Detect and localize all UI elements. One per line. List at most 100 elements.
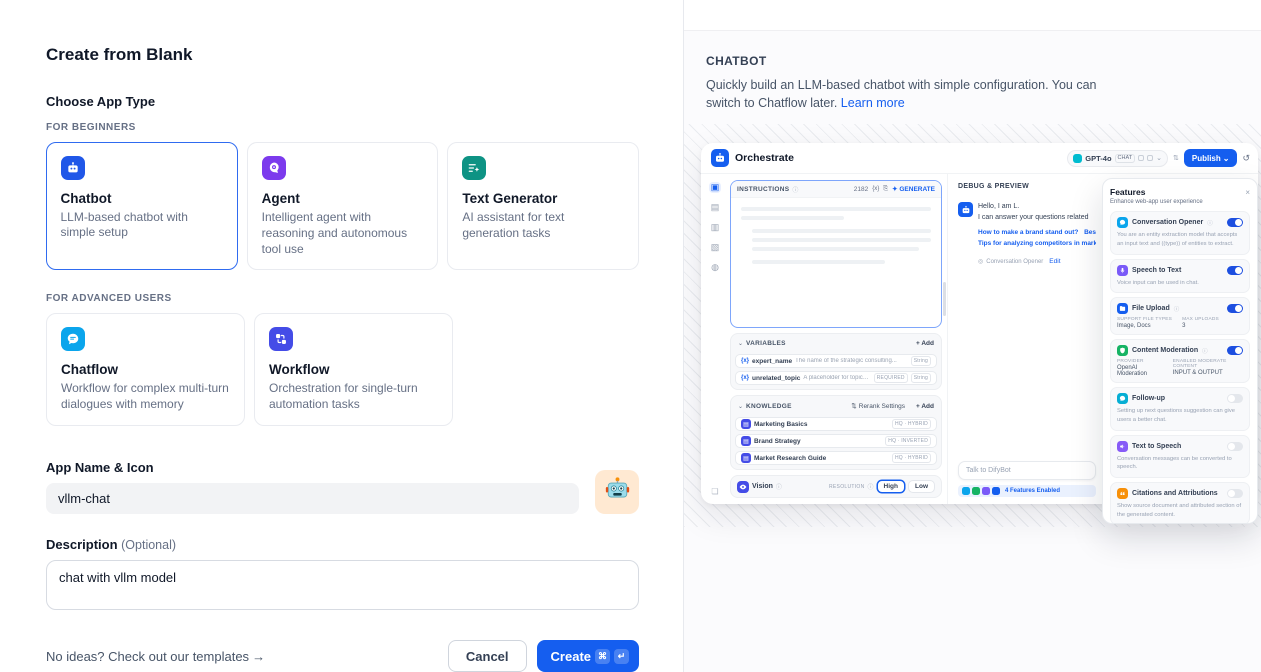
learn-more-link[interactable]: Learn more xyxy=(841,96,905,110)
app-type-card-agent[interactable]: Agent Intelligent agent with reasoning a… xyxy=(247,142,439,270)
app-name-input[interactable] xyxy=(46,483,579,514)
app-name-label: App Name & Icon xyxy=(46,460,581,475)
app-preview-illustration: Orchestrate GPT-4o CHAT ⌄ ⇅ xyxy=(684,124,1261,527)
feature-dot-icon xyxy=(992,487,1000,495)
required-badge: REQUIRED xyxy=(874,373,908,383)
description-input[interactable]: chat with vllm model xyxy=(46,560,639,610)
char-count: 2182 xyxy=(854,186,868,193)
preview-variables-panel: ⌄ VARIABLES + Add {x} expert_name The na… xyxy=(730,333,942,390)
index-badge: HQ · HYBRID xyxy=(892,419,931,429)
app-type-info-pane: CHATBOT Quickly build an LLM-based chatb… xyxy=(683,0,1261,672)
preview-app-icon xyxy=(711,149,729,167)
chat-bubble-icon xyxy=(1117,217,1128,228)
features-enabled-bar: 4 Features Enabled xyxy=(958,485,1096,497)
toggle-off xyxy=(1227,442,1243,451)
preview-instructions-panel: INSTRUCTIONS ⓘ 2182 {x} ⎘ ✦ GENERATE xyxy=(730,180,942,328)
workflow-icon xyxy=(269,327,293,351)
collapse-icon: ❏ xyxy=(711,487,718,496)
knowledge-row: ▤ Market Research Guide HQ · HYBRID xyxy=(735,451,937,465)
app-name-section: App Name & Icon xyxy=(46,426,639,514)
advanced-app-types: Chatflow Workflow for complex multi-turn… xyxy=(46,313,639,426)
app-type-name: Agent xyxy=(262,191,424,206)
preview-model-selector: GPT-4o CHAT ⌄ xyxy=(1067,150,1168,167)
add-variable-button: + Add xyxy=(916,340,934,347)
templates-link[interactable]: No ideas? Check out our templates→ xyxy=(46,649,265,664)
description-label: Description (Optional) xyxy=(46,537,639,552)
agent-icon xyxy=(262,156,286,180)
info-icon: ⓘ xyxy=(1207,219,1213,227)
suggestion-link: How to make a brand stand out? xyxy=(978,227,1078,238)
dataset-icon: ▤ xyxy=(741,436,751,446)
chevron-down-icon: ⌄ xyxy=(738,403,743,410)
create-form-pane: Create from Blank Choose App Type FOR BE… xyxy=(0,0,683,672)
vision-icon xyxy=(1147,155,1153,161)
create-button[interactable]: Create ⌘ ↵ xyxy=(537,640,639,672)
opener-icon: ◎ xyxy=(978,258,983,265)
app-type-desc: Workflow for complex multi-turn dialogue… xyxy=(61,381,230,413)
feature-item-file-upload: File Upload ⓘ SUPPORT FILE TYPESImage, D… xyxy=(1110,297,1250,335)
preview-side-rail: ▣ ▤ ▥ ▧ ◍ ❏ xyxy=(701,174,729,504)
right-pane-header-strip xyxy=(684,0,1261,31)
beginners-section-label: FOR BEGINNERS xyxy=(46,122,639,133)
knowledge-row: ▤ Marketing Basics HQ · HYBRID xyxy=(735,417,937,431)
modal-footer: No ideas? Check out our templates→ Cance… xyxy=(46,640,639,672)
variable-row: {x} unrelated_topic A placeholder for to… xyxy=(735,371,937,385)
type-badge: String xyxy=(911,356,931,366)
rail-settings-icon: ◍ xyxy=(711,262,719,273)
app-type-description: Quickly build an LLM-based chatbot with … xyxy=(706,76,1098,112)
knowledge-row: ▤ Brand Strategy HQ · INVERTED xyxy=(735,434,937,448)
feature-item-text-to-speech: Text to Speech Conversation messages can… xyxy=(1110,435,1250,478)
chevron-down-icon: ⌄ xyxy=(738,340,743,347)
optional-hint: (Optional) xyxy=(121,538,176,552)
toggle-off xyxy=(1227,394,1243,403)
chevron-down-icon: ⌄ xyxy=(1156,154,1162,162)
feature-dot-icon xyxy=(972,487,980,495)
edit-link: Edit xyxy=(1049,258,1060,265)
dataset-icon: ▤ xyxy=(741,453,751,463)
shield-icon xyxy=(1117,345,1128,356)
app-type-card-workflow[interactable]: Workflow Orchestration for single-turn a… xyxy=(254,313,453,426)
app-type-name: Chatbot xyxy=(61,191,224,206)
toggle-on xyxy=(1227,346,1243,355)
app-type-name: Workflow xyxy=(269,362,438,377)
info-icon: ⓘ xyxy=(1202,347,1208,355)
resolution-low-chip: Low xyxy=(908,480,935,493)
rail-logs-icon: ▥ xyxy=(711,222,720,233)
toggle-on xyxy=(1227,218,1243,227)
info-icon: ⓘ xyxy=(792,185,798,194)
preview-title: Orchestrate xyxy=(735,152,794,164)
index-badge: HQ · INVERTED xyxy=(885,436,931,446)
app-icon-picker[interactable] xyxy=(595,470,639,514)
quote-icon xyxy=(1117,488,1128,499)
feature-item-content-moderation: Content Moderation ⓘ PROVIDEROpenAI Mode… xyxy=(1110,339,1250,383)
feature-item-follow-up: Follow-up Setting up next questions sugg… xyxy=(1110,387,1250,430)
preview-vision-row: Vision ⓘ RESOLUTION ⓘ High Low xyxy=(730,475,942,498)
rerank-icon: ⇅ xyxy=(851,402,856,410)
microphone-icon xyxy=(1117,265,1128,276)
feature-item-speech-to-text: Speech to Text Voice input can be used i… xyxy=(1110,259,1250,294)
model-chat-tag: CHAT xyxy=(1115,154,1136,163)
model-provider-icon xyxy=(1073,154,1082,163)
preview-config-column: INSTRUCTIONS ⓘ 2182 {x} ⎘ ✦ GENERATE xyxy=(729,174,947,504)
history-icon: ↺ xyxy=(1242,153,1250,164)
app-type-card-chatflow[interactable]: Chatflow Workflow for complex multi-turn… xyxy=(46,313,245,426)
dataset-icon: ▤ xyxy=(741,419,751,429)
index-badge: HQ · HYBRID xyxy=(892,453,931,463)
preview-publish-button: Publish⌄ xyxy=(1184,149,1238,167)
cancel-button[interactable]: Cancel xyxy=(448,640,527,672)
app-type-card-text-generator[interactable]: Text Generator AI assistant for text gen… xyxy=(447,142,639,270)
type-badge: String xyxy=(911,373,931,383)
toggle-off xyxy=(1227,489,1243,498)
chatflow-icon xyxy=(61,327,85,351)
info-icon: ⓘ xyxy=(868,482,874,491)
feature-dot-icon xyxy=(962,487,970,495)
preview-topbar: Orchestrate GPT-4o CHAT ⌄ ⇅ xyxy=(701,143,1258,173)
app-type-desc: Orchestration for single-turn automation… xyxy=(269,381,438,413)
app-type-card-chatbot[interactable]: Chatbot LLM-based chatbot with simple se… xyxy=(46,142,238,270)
suggestion-link: Bes xyxy=(1084,227,1096,238)
eye-icon xyxy=(737,481,749,493)
text-generator-icon xyxy=(462,156,486,180)
speaker-icon xyxy=(1117,441,1128,452)
toggle-on xyxy=(1227,266,1243,275)
info-icon: ⓘ xyxy=(1174,305,1180,313)
